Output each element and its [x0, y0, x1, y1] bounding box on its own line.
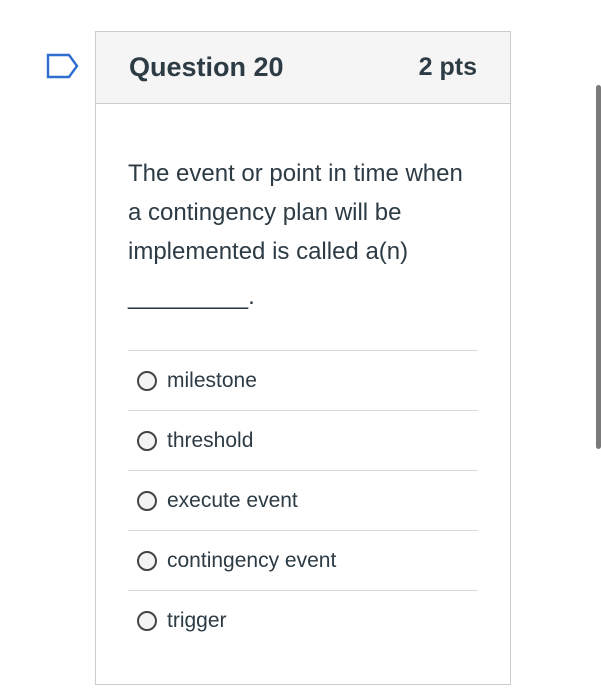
- question-text: The event or point in time when a contin…: [128, 160, 463, 265]
- flag-question-icon[interactable]: [46, 53, 80, 79]
- question-card: Question 20 2 pts The event or point in …: [95, 31, 511, 685]
- radio-button[interactable]: [137, 370, 157, 391]
- radio-button[interactable]: [137, 490, 157, 511]
- answer-option-threshold[interactable]: threshold: [128, 410, 478, 470]
- answer-label: threshold: [167, 428, 254, 452]
- answer-option-contingency-event[interactable]: contingency event: [128, 530, 478, 590]
- radio-button[interactable]: [137, 610, 157, 631]
- radio-button[interactable]: [137, 550, 157, 571]
- vertical-scrollbar[interactable]: [596, 85, 601, 449]
- answer-label: trigger: [167, 608, 227, 632]
- answer-label: execute event: [167, 488, 298, 512]
- answer-label: milestone: [167, 368, 257, 392]
- question-blank: _________.: [128, 283, 255, 310]
- question-title: Question 20: [129, 52, 284, 82]
- radio-button[interactable]: [137, 430, 157, 451]
- answer-label: contingency event: [167, 548, 337, 572]
- question-body: The event or point in time when a contin…: [96, 104, 510, 650]
- question-header: Question 20 2 pts: [96, 32, 510, 104]
- answer-option-trigger[interactable]: trigger: [128, 590, 478, 650]
- answer-list: milestone threshold execute event contin…: [128, 350, 478, 650]
- answer-option-execute-event[interactable]: execute event: [128, 470, 478, 530]
- question-points: 2 pts: [418, 53, 477, 81]
- answer-option-milestone[interactable]: milestone: [128, 350, 478, 410]
